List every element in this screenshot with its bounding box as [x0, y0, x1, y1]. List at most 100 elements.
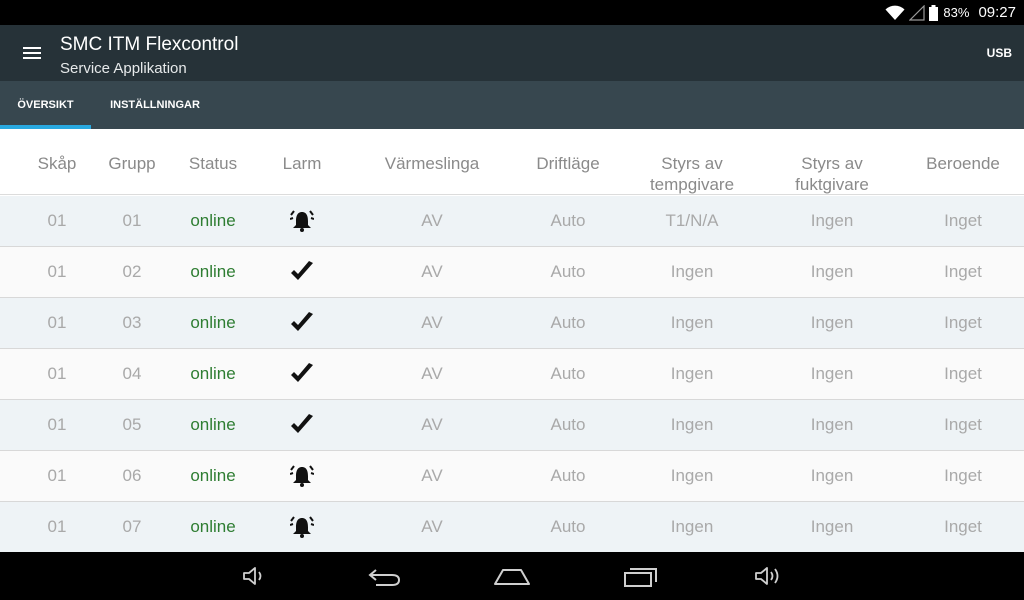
cell-fukt: Ingen — [810, 517, 854, 536]
battery-icon — [929, 4, 939, 21]
table-row[interactable]: 01 07 online AV Auto Ingen Ingen Inget — [0, 502, 1024, 552]
table-row[interactable]: 01 01 online AV Auto T1/N/A Ingen Inget — [0, 196, 1024, 247]
cell-varmeslinga: AV — [421, 364, 443, 383]
cell-beroende: Inget — [944, 313, 982, 332]
cell-status: online — [190, 415, 236, 434]
cell-varmeslinga: AV — [421, 415, 443, 434]
cell-status: online — [190, 262, 236, 281]
column-header-fukt: Styrs av fuktgivare — [795, 154, 869, 194]
cell-status: online — [190, 466, 236, 485]
cell-fukt: Ingen — [810, 211, 854, 230]
table-row[interactable]: 01 04 online AV Auto Ingen Ingen Inget — [0, 349, 1024, 400]
cell-grupp: 05 — [122, 415, 142, 434]
cell-temp: Ingen — [670, 466, 714, 485]
cell-fukt: Ingen — [810, 364, 854, 383]
overview-table: Skåp Grupp Status Larm Värmeslinga Driftläge S… — [0, 129, 1024, 552]
volume-up-icon[interactable] — [748, 562, 788, 590]
checkmark-icon — [287, 247, 317, 297]
clock: 09:27 — [978, 4, 1016, 21]
cell-signal-icon — [909, 4, 926, 21]
cell-temp: Ingen — [670, 313, 714, 332]
cell-skap: 01 — [47, 517, 67, 536]
tab-bar: ÖVERSIKT INSTÄLLNINGAR — [0, 81, 1024, 129]
cell-beroende: Inget — [944, 262, 982, 281]
app-subtitle: Service Applikation — [60, 60, 187, 77]
cell-grupp: 02 — [122, 262, 142, 281]
cell-driftlage: Auto — [550, 364, 586, 383]
cell-temp: Ingen — [670, 364, 714, 383]
tab-installningar[interactable]: INSTÄLLNINGAR — [91, 81, 219, 129]
cell-skap: 01 — [47, 262, 67, 281]
cell-varmeslinga: AV — [421, 211, 443, 230]
cell-skap: 01 — [47, 211, 67, 230]
menu-icon[interactable] — [14, 39, 50, 67]
cell-grupp: 04 — [122, 364, 142, 383]
cell-varmeslinga: AV — [421, 517, 443, 536]
wifi-icon — [885, 5, 905, 21]
alarm-bell-icon — [287, 451, 317, 501]
cell-fukt: Ingen — [810, 415, 854, 434]
cell-grupp: 06 — [122, 466, 142, 485]
cell-varmeslinga: AV — [421, 313, 443, 332]
cell-skap: 01 — [47, 313, 67, 332]
cell-varmeslinga: AV — [421, 466, 443, 485]
cell-driftlage: Auto — [550, 262, 586, 281]
checkmark-icon — [287, 400, 317, 450]
cell-beroende: Inget — [944, 415, 982, 434]
cell-status: online — [190, 517, 236, 536]
cell-beroende: Inget — [944, 364, 982, 383]
cell-temp: T1/N/A — [665, 211, 719, 230]
cell-temp: Ingen — [670, 262, 714, 281]
cell-fukt: Ingen — [810, 313, 854, 332]
system-nav-bar — [0, 552, 1024, 600]
cell-grupp: 01 — [122, 211, 142, 230]
column-header-skap: Skåp — [37, 154, 77, 173]
tab-oversikt[interactable]: ÖVERSIKT — [0, 81, 91, 129]
home-icon[interactable] — [492, 562, 532, 590]
table-row[interactable]: 01 03 online AV Auto Ingen Ingen Inget — [0, 298, 1024, 349]
app-title: SMC ITM Flexcontrol — [60, 34, 239, 55]
volume-down-icon[interactable] — [234, 562, 274, 590]
column-header-driftlage: Driftläge — [536, 154, 600, 173]
cell-beroende: Inget — [944, 466, 982, 485]
recent-apps-icon[interactable] — [621, 562, 661, 590]
column-header-varmeslinga: Värmeslinga — [384, 154, 480, 173]
cell-skap: 01 — [47, 466, 67, 485]
table-row[interactable]: 01 02 online AV Auto Ingen Ingen Inget — [0, 247, 1024, 298]
table-header: Skåp Grupp Status Larm Värmeslinga Driftläge S… — [0, 129, 1024, 195]
cell-driftlage: Auto — [550, 415, 586, 434]
cell-temp: Ingen — [670, 517, 714, 536]
cell-grupp: 03 — [122, 313, 142, 332]
status-icons: 83% 09:27 — [885, 0, 1016, 25]
table-row[interactable]: 01 06 online AV Auto Ingen Ingen Inget — [0, 451, 1024, 502]
column-header-status: Status — [188, 154, 238, 173]
cell-driftlage: Auto — [550, 466, 586, 485]
battery-percentage: 83% — [943, 5, 970, 20]
cell-driftlage: Auto — [550, 313, 586, 332]
usb-button[interactable]: USB — [987, 46, 1012, 60]
column-header-grupp: Grupp — [108, 154, 156, 173]
table-row[interactable]: 01 05 online AV Auto Ingen Ingen Inget — [0, 400, 1024, 451]
checkmark-icon — [287, 298, 317, 348]
cell-skap: 01 — [47, 364, 67, 383]
back-icon[interactable] — [364, 562, 404, 590]
cell-skap: 01 — [47, 415, 67, 434]
cell-varmeslinga: AV — [421, 262, 443, 281]
cell-fukt: Ingen — [810, 466, 854, 485]
alarm-bell-icon — [287, 196, 317, 246]
cell-beroende: Inget — [944, 517, 982, 536]
checkmark-icon — [287, 349, 317, 399]
cell-beroende: Inget — [944, 211, 982, 230]
cell-grupp: 07 — [122, 517, 142, 536]
cell-status: online — [190, 313, 236, 332]
cell-status: online — [190, 211, 236, 230]
column-header-beroende: Beroende — [926, 154, 1000, 173]
app-bar: SMC ITM Flexcontrol Service Applikation … — [0, 25, 1024, 81]
alarm-bell-icon — [287, 502, 317, 552]
system-status-bar: 83% 09:27 — [0, 0, 1024, 25]
column-header-larm: Larm — [282, 154, 322, 173]
cell-driftlage: Auto — [550, 211, 586, 230]
column-header-temp: Styrs av tempgivare — [649, 154, 735, 194]
cell-temp: Ingen — [670, 415, 714, 434]
cell-driftlage: Auto — [550, 517, 586, 536]
